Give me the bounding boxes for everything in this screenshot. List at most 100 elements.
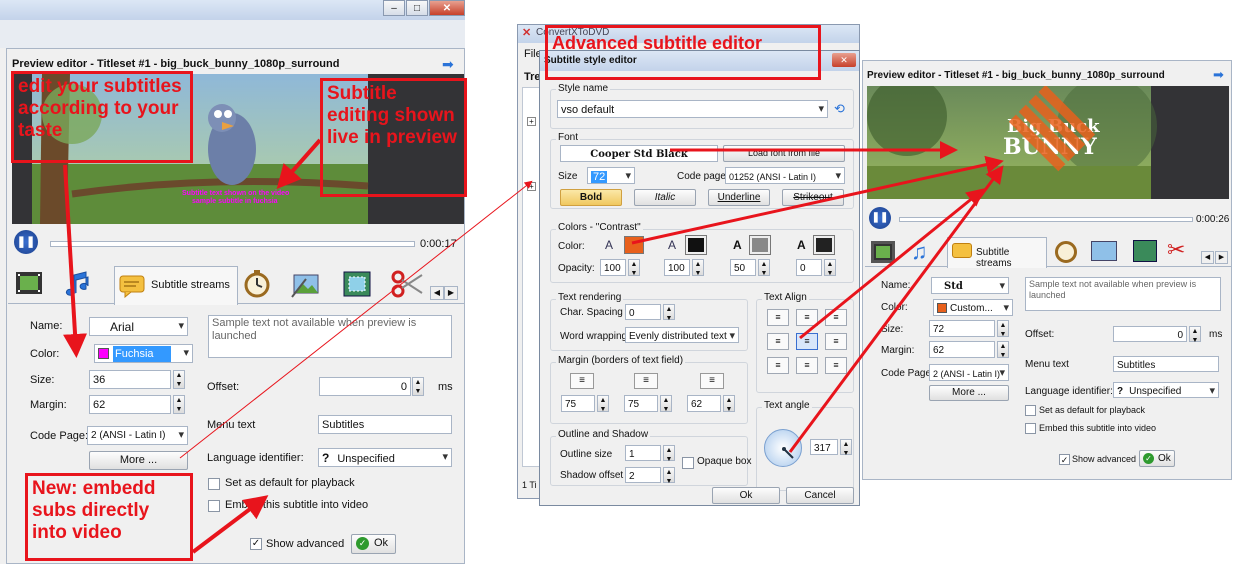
next-arrow-icon[interactable]: ➡ bbox=[442, 56, 454, 73]
shadow-offset-input[interactable]: 2 bbox=[625, 467, 661, 483]
menu-text-input[interactable]: Subtitles bbox=[318, 415, 452, 434]
align-top-left-button[interactable]: ≡ bbox=[767, 309, 789, 326]
right-tab-subtitle-streams[interactable]: Subtitle streams bbox=[947, 237, 1047, 269]
opacity-outline-spinner[interactable]: ▲ ▼ bbox=[692, 259, 704, 277]
ok-button[interactable]: ✓ Ok bbox=[351, 534, 396, 554]
align-bottom-right-button[interactable]: ≡ bbox=[825, 357, 847, 374]
right-embed-checkbox[interactable] bbox=[1025, 423, 1036, 434]
minimize-button[interactable]: – bbox=[383, 0, 405, 16]
margin-right-input[interactable]: 75 bbox=[624, 395, 658, 412]
seek-slider[interactable] bbox=[50, 241, 415, 247]
right-margin-input[interactable]: 62 bbox=[929, 341, 995, 358]
align-bottom-center-button[interactable]: ≡ bbox=[796, 357, 818, 374]
right-name-select[interactable]: Std bbox=[931, 277, 1009, 294]
margin-spinner[interactable]: ▲ ▼ bbox=[173, 395, 185, 414]
language-select[interactable]: ? Unspecified bbox=[318, 448, 452, 467]
margin-vertical-spinner[interactable]: ▲ ▼ bbox=[723, 395, 735, 413]
right-audio-tab-icon[interactable]: ♫ bbox=[911, 239, 928, 265]
right-video-tab-icon[interactable] bbox=[871, 241, 895, 263]
outline-color-swatch[interactable] bbox=[685, 235, 707, 255]
close-button[interactable]: ✕ bbox=[429, 0, 465, 16]
right-scissors-tab-icon[interactable]: ✂ bbox=[1167, 237, 1185, 263]
audio-tab-icon[interactable] bbox=[62, 269, 96, 299]
align-middle-left-button[interactable]: ≡ bbox=[767, 333, 789, 350]
right-margin-spinner[interactable]: ▲ ▼ bbox=[997, 341, 1009, 359]
align-top-center-button[interactable]: ≡ bbox=[796, 309, 818, 326]
right-codepage-select[interactable]: 2 (ANSI - Latin I) bbox=[929, 364, 1009, 381]
right-more-button[interactable]: More ... bbox=[929, 385, 1009, 401]
strikeout-toggle[interactable]: Strikeout bbox=[782, 189, 844, 206]
offset-spinner[interactable]: ▲ ▼ bbox=[412, 377, 424, 396]
right-language-select[interactable]: ? Unspecified bbox=[1113, 382, 1219, 398]
opaque-box-checkbox[interactable] bbox=[682, 457, 694, 469]
dialog-ok-button[interactable]: Ok bbox=[712, 487, 780, 504]
tabs-scroll-right[interactable]: ▶ bbox=[444, 286, 458, 300]
offset-input[interactable]: 0 bbox=[319, 377, 411, 396]
bold-toggle[interactable]: Bold bbox=[560, 189, 622, 206]
size-spinner[interactable]: ▲ ▼ bbox=[173, 370, 185, 389]
name-select[interactable]: Arial bbox=[89, 317, 188, 336]
font-name-field[interactable]: Cooper Std Black bbox=[560, 145, 718, 162]
right-tabs-scroll-left[interactable]: ◀ bbox=[1201, 251, 1214, 264]
align-middle-center-button[interactable]: ≡ bbox=[796, 333, 818, 350]
align-middle-right-button[interactable]: ≡ bbox=[825, 333, 847, 350]
color-select[interactable]: Fuchsia bbox=[94, 344, 193, 363]
more-button[interactable]: More ... bbox=[89, 451, 188, 470]
align-top-right-button[interactable]: ≡ bbox=[825, 309, 847, 326]
right-show-advanced-checkbox[interactable]: ✓ bbox=[1059, 454, 1070, 465]
char-spacing-spinner[interactable]: ▲ ▼ bbox=[663, 304, 675, 322]
size-input[interactable]: 36 bbox=[89, 370, 171, 389]
right-size-spinner[interactable]: ▲ ▼ bbox=[997, 320, 1009, 338]
angle-dial[interactable] bbox=[764, 429, 802, 467]
tree-expander-2[interactable]: + bbox=[527, 182, 536, 191]
opacity-box-input[interactable]: 0 bbox=[796, 259, 822, 276]
tabs-scroll-left[interactable]: ◀ bbox=[430, 286, 444, 300]
margin-input[interactable]: 62 bbox=[89, 395, 171, 414]
angle-input[interactable]: 317 bbox=[810, 439, 838, 455]
outline-size-spinner[interactable]: ▲ ▼ bbox=[663, 445, 675, 463]
opacity-box-spinner[interactable]: ▲ ▼ bbox=[824, 259, 836, 277]
right-offset-spinner[interactable]: ▲ ▼ bbox=[1189, 326, 1201, 344]
opacity-shadow-spinner[interactable]: ▲ ▼ bbox=[758, 259, 770, 277]
shadow-offset-spinner[interactable]: ▲ ▼ bbox=[663, 467, 675, 485]
margin-vertical-input[interactable]: 62 bbox=[687, 395, 721, 412]
crop-tab-icon[interactable] bbox=[342, 269, 376, 299]
word-wrap-select[interactable]: Evenly distributed text bbox=[625, 327, 739, 343]
margin-left-input[interactable]: 75 bbox=[561, 395, 595, 412]
right-color-select[interactable]: Custom... bbox=[933, 299, 1013, 316]
align-bottom-left-button[interactable]: ≡ bbox=[767, 357, 789, 374]
dialog-cancel-button[interactable]: Cancel bbox=[786, 487, 854, 504]
pause-button[interactable]: ❚❚ bbox=[14, 230, 38, 254]
right-image-edit-tab-icon[interactable] bbox=[1091, 241, 1117, 261]
opacity-text-spinner[interactable]: ▲ ▼ bbox=[628, 259, 640, 277]
char-spacing-input[interactable]: 0 bbox=[625, 304, 661, 320]
right-chapters-tab-icon[interactable] bbox=[1055, 241, 1077, 263]
right-size-input[interactable]: 72 bbox=[929, 320, 995, 337]
box-color-swatch[interactable] bbox=[813, 235, 835, 255]
font-size-select[interactable]: 72 bbox=[587, 167, 635, 184]
margin-left-spinner[interactable]: ▲ ▼ bbox=[597, 395, 609, 413]
tree-expander-1[interactable]: + bbox=[527, 117, 536, 126]
right-ok-button[interactable]: ✓ Ok bbox=[1139, 450, 1175, 467]
right-tabs-scroll-right[interactable]: ▶ bbox=[1215, 251, 1228, 264]
margin-right-spinner[interactable]: ▲ ▼ bbox=[660, 395, 672, 413]
image-edit-tab-icon[interactable] bbox=[290, 269, 324, 299]
chapters-tab-icon[interactable] bbox=[242, 269, 276, 299]
right-default-playback-checkbox[interactable] bbox=[1025, 405, 1036, 416]
scissors-tab-icon[interactable] bbox=[390, 269, 424, 299]
text-color-swatch[interactable] bbox=[624, 236, 644, 254]
outline-size-input[interactable]: 1 bbox=[625, 445, 661, 461]
codepage-select-dialog[interactable]: 01252 (ANSI - Latin I) bbox=[725, 167, 845, 184]
right-seek-slider[interactable] bbox=[899, 217, 1193, 222]
default-playback-checkbox[interactable] bbox=[208, 478, 220, 490]
tab-subtitle-streams[interactable]: Subtitle streams bbox=[114, 266, 238, 305]
show-advanced-checkbox[interactable]: ✓ bbox=[250, 538, 262, 550]
right-offset-input[interactable]: 0 bbox=[1113, 326, 1187, 342]
opacity-text-input[interactable]: 100 bbox=[600, 259, 626, 276]
load-font-button[interactable]: Load font from file bbox=[723, 145, 845, 162]
shadow-color-swatch[interactable] bbox=[749, 235, 771, 255]
right-next-arrow-icon[interactable]: ➡ bbox=[1213, 67, 1224, 83]
codepage-select[interactable]: 2 (ANSI - Latin I) bbox=[87, 426, 188, 445]
dialog-close-button[interactable]: ✕ bbox=[832, 53, 856, 67]
angle-spinner[interactable]: ▲ ▼ bbox=[840, 439, 852, 457]
